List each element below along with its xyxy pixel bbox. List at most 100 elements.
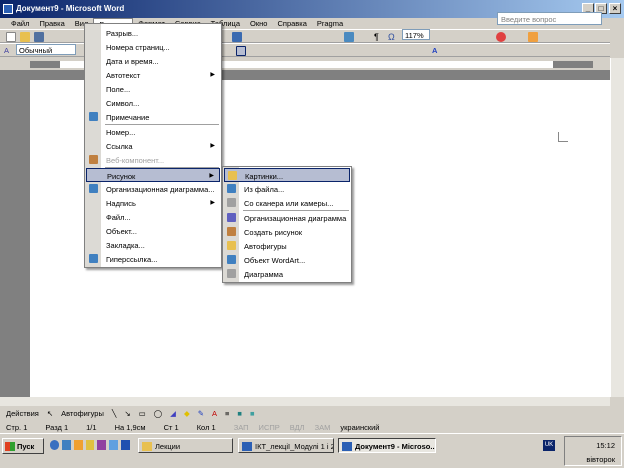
menu-item[interactable]: Надпись ▶ — [86, 196, 220, 210]
drawing-toggle-icon[interactable] — [344, 32, 354, 42]
task-lectures[interactable]: Лекции — [138, 438, 233, 453]
picture-submenu: Картинки... Из файла... Со сканера или кам… — [222, 166, 352, 283]
line-color-icon[interactable]: ✎ — [198, 409, 204, 418]
clock-time[interactable]: 15:12 — [565, 441, 615, 450]
ask-question-input[interactable]: Введите вопрос — [497, 12, 602, 25]
menu-item[interactable]: Со сканера или камеры... — [224, 196, 350, 210]
close-button[interactable]: × — [609, 3, 621, 14]
menu-item-label: Поле... — [106, 85, 131, 94]
menu-item[interactable]: Организационная диаграмма... — [86, 182, 220, 196]
status-lang: украинский — [340, 423, 380, 432]
menu-item[interactable]: Гиперссылка... — [86, 252, 220, 266]
menu-item[interactable]: Картинки... — [224, 168, 350, 182]
omega-icon[interactable]: Ω — [388, 32, 398, 42]
select-pointer-icon[interactable]: ↖ — [47, 409, 53, 418]
menu-item[interactable]: Дата и время... — [86, 54, 220, 68]
menu-item-label: Дата и время... — [106, 57, 159, 66]
menu-item[interactable]: Символ... — [86, 96, 220, 110]
style-select[interactable]: Обычный — [16, 44, 76, 55]
menu-item-label: Рисунок — [107, 172, 136, 181]
arrow-icon[interactable]: ↘ — [124, 409, 130, 418]
menu-item[interactable]: Автотекст ▶ — [86, 68, 220, 82]
windows-logo-icon — [5, 442, 15, 451]
menu-item-label: Символ... — [106, 99, 140, 108]
menu-item[interactable]: Файл... — [86, 210, 220, 224]
network-icon[interactable] — [109, 440, 119, 450]
menu-item-label: Файл... — [106, 213, 131, 222]
menu-item-label: Автотекст — [106, 71, 141, 80]
menu-item[interactable]: Поле... — [86, 82, 220, 96]
pragma-icon[interactable] — [496, 32, 506, 42]
menu-item[interactable]: Закладка... — [86, 238, 220, 252]
app-icon[interactable] — [85, 440, 95, 450]
new-icon[interactable] — [6, 32, 16, 42]
zoom-select[interactable]: 117% — [402, 29, 430, 40]
save-icon[interactable] — [34, 32, 44, 42]
from-file-icon — [227, 184, 236, 193]
font-color-icon[interactable]: A — [432, 46, 442, 56]
font-color-icon[interactable]: A — [212, 409, 217, 418]
calendar-icon[interactable] — [97, 440, 107, 450]
menu-item[interactable]: Организационная диаграмма — [224, 211, 350, 225]
menu-item-label: Объект... — [106, 227, 137, 236]
chart-icon — [227, 269, 236, 278]
task-ict-doc[interactable]: ІКТ_лекції_Модулі 1 і 2.... — [238, 438, 334, 453]
shadow-icon[interactable]: ■ — [237, 409, 242, 418]
submenu-arrow-icon: ▶ — [210, 143, 215, 149]
open-icon[interactable] — [20, 32, 30, 42]
wordart-icon[interactable]: ◢ — [170, 409, 176, 418]
menu-item[interactable]: Объект WordArt... — [224, 253, 350, 267]
language-indicator[interactable]: UK — [543, 440, 555, 451]
styles-icon[interactable]: A — [4, 46, 14, 56]
menu-item[interactable]: Разрыв... — [86, 26, 220, 40]
3d-icon[interactable]: ■ — [250, 409, 255, 418]
autoshapes-button[interactable]: Автофигуры — [61, 409, 104, 418]
align-left-icon[interactable] — [236, 46, 246, 56]
menu-item[interactable]: Рисунок ▶ — [86, 168, 220, 182]
insert-menu: Разрыв... Номера страниц... Дата и время..… — [84, 23, 222, 268]
menu-item-label: Диаграмма — [244, 270, 284, 279]
horizontal-scrollbar[interactable] — [0, 397, 610, 406]
menu-item[interactable]: Номера страниц... — [86, 40, 220, 54]
browser-icon[interactable] — [73, 440, 83, 450]
status-at: На 1,9см — [114, 423, 146, 432]
menu-item[interactable]: Диаграмма — [224, 267, 350, 281]
task-document9[interactable]: Документ9 - Microso... — [338, 438, 436, 453]
rectangle-icon[interactable]: ▭ — [139, 409, 146, 418]
pilcrow-icon[interactable]: ¶ — [374, 32, 384, 42]
autoshapes-icon — [227, 241, 236, 250]
status-ext[interactable]: ВДЛ — [290, 421, 305, 433]
system-tray: 15:12 вівторок — [564, 436, 622, 466]
actions-button[interactable]: Действия — [6, 409, 39, 418]
word-launch-icon[interactable] — [121, 440, 131, 450]
start-button[interactable]: Пуск — [2, 438, 44, 454]
menu-item[interactable]: Объект... — [86, 224, 220, 238]
submenu-arrow-icon: ▶ — [210, 72, 215, 78]
status-ovr[interactable]: ЗАМ — [315, 421, 331, 433]
menu-item[interactable]: Из файла... — [224, 182, 350, 196]
line-style-icon[interactable]: ≡ — [225, 409, 229, 418]
menu-item[interactable]: Автофигуры — [224, 239, 350, 253]
status-page: Стр. 1 — [6, 423, 28, 432]
oval-icon[interactable]: ◯ — [154, 409, 162, 418]
status-rec[interactable]: ЗАП — [234, 421, 249, 433]
web-icon[interactable] — [232, 32, 242, 42]
new-drawing-icon — [227, 227, 236, 236]
menu-item: Веб-компонент... — [86, 153, 220, 167]
status-trk[interactable]: ИСПР — [259, 421, 280, 433]
notes-icon[interactable] — [528, 32, 538, 42]
menu-item[interactable]: Номер... — [86, 125, 220, 139]
outlook-icon[interactable] — [61, 440, 71, 450]
menu-item[interactable]: Создать рисунок — [224, 225, 350, 239]
menu-item[interactable]: Примечание — [86, 110, 220, 124]
ie-icon[interactable] — [50, 440, 59, 450]
menu-item[interactable]: Ссылка ▶ — [86, 139, 220, 153]
line-icon[interactable]: ╲ — [112, 409, 117, 418]
org-chart-icon — [227, 213, 236, 222]
vertical-scrollbar[interactable] — [610, 58, 624, 397]
fill-color-icon[interactable]: ◆ — [184, 409, 190, 418]
menu-item-label: Из файла... — [244, 185, 285, 194]
start-label: Пуск — [17, 442, 35, 451]
status-pages: 1/1 — [86, 423, 97, 432]
menu-item-label: Номер... — [106, 128, 136, 137]
